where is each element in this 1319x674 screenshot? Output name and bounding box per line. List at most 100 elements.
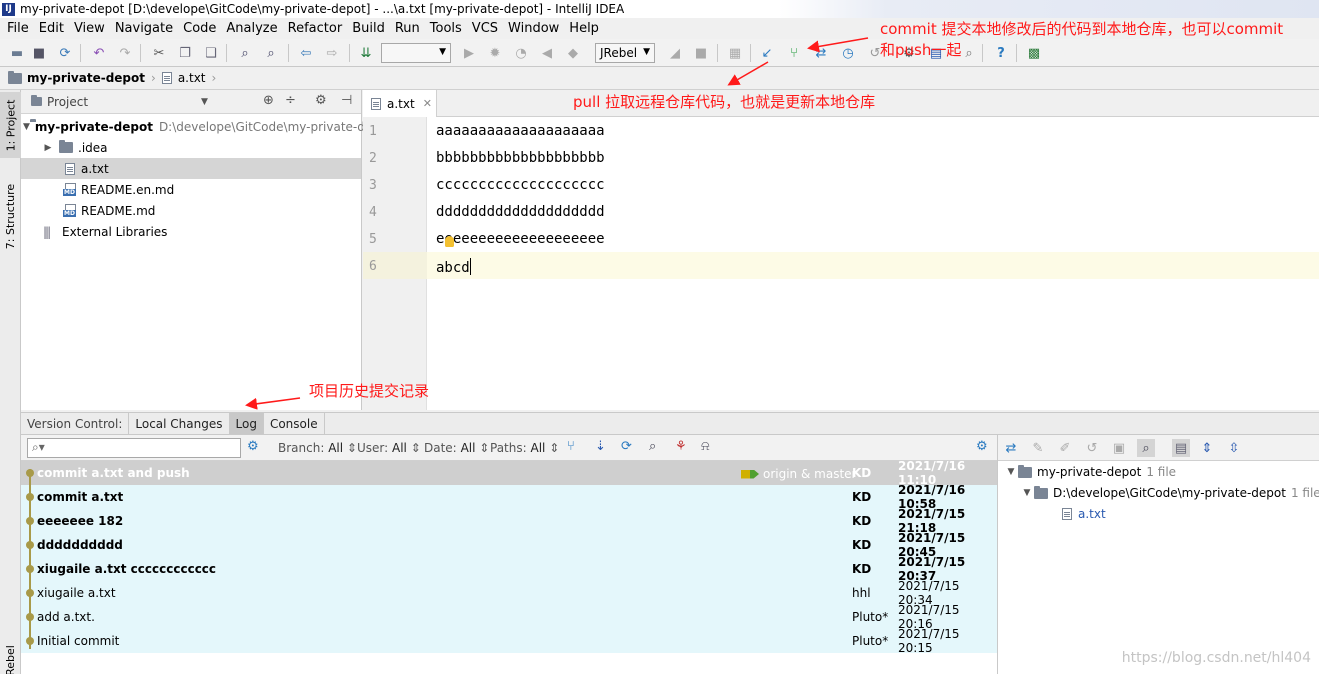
code-line[interactable]: bbbbbbbbbbbbbbbbbbbb (436, 150, 605, 166)
commit-row[interactable]: eeeeeee 182 KD 2021/7/15 21:18 (21, 507, 997, 535)
vcs-compare-icon[interactable]: ⇄ (812, 44, 830, 62)
tree-node-root[interactable]: ▼ my-private-depot D:\develope\GitCode\m… (21, 116, 392, 137)
run-icon[interactable]: ▶ (460, 44, 478, 62)
preview-diff-icon[interactable]: ⌕ (1137, 439, 1155, 457)
date-filter[interactable]: Date: All ⇕ (424, 441, 489, 455)
commit-row[interactable]: Initial commit Pluto* 2021/7/15 20:15 (21, 627, 997, 655)
go-to-icon[interactable]: ⇣ (595, 439, 606, 454)
find-icon[interactable]: ⌕ (236, 44, 254, 62)
collapse-icon[interactable]: ÷ (285, 93, 296, 108)
menu-help[interactable]: Help (564, 21, 604, 36)
open-repo-version-icon[interactable]: ✐ (1056, 439, 1074, 457)
paths-filter[interactable]: Paths: All ⇕ (490, 441, 559, 455)
copy-icon[interactable]: ❐ (176, 44, 194, 62)
attach-icon[interactable]: ◆ (564, 44, 582, 62)
menu-refactor[interactable]: Refactor (283, 21, 348, 36)
intellisort-icon[interactable]: ⍾ (701, 439, 710, 454)
chevron-right-icon[interactable]: ▶ (41, 143, 55, 153)
history-icon[interactable]: ▣ (1110, 439, 1128, 457)
back-icon[interactable]: ⇦ (297, 44, 315, 62)
vcs-update-icon[interactable]: ↙ (758, 44, 776, 62)
menu-edit[interactable]: Edit (34, 21, 69, 36)
cherry-pick-icon[interactable]: ⚘ (675, 439, 687, 454)
chevron-down-icon[interactable]: ▼ (201, 97, 208, 107)
tool-tab-jrebel[interactable]: Rebel (0, 645, 21, 674)
commit-row[interactable]: commit a.txt KD 2021/7/16 10:58 (21, 483, 997, 511)
expand-all-icon[interactable]: ⇕ (1198, 439, 1216, 457)
tree-node-external-libraries[interactable]: ||| External Libraries (21, 221, 361, 242)
search-everywhere-icon[interactable]: ⌕ (960, 44, 978, 62)
run-config-select[interactable]: ▼ (381, 43, 451, 63)
paste-icon[interactable]: ❑ (202, 44, 220, 62)
code-line[interactable]: dddddddddddddddddddd (436, 204, 605, 220)
commit-row[interactable]: xiugaile a.txt cccccccccccc KD 2021/7/15… (21, 555, 997, 583)
menu-navigate[interactable]: Navigate (110, 21, 178, 36)
group-by-directory-icon[interactable]: ▤ (1172, 439, 1190, 457)
menu-view[interactable]: View (69, 21, 110, 36)
locate-icon[interactable]: ⊕ (263, 93, 274, 108)
debug-icon[interactable]: ✹ (486, 44, 504, 62)
gear-icon[interactable]: ⚙ (976, 439, 988, 454)
code-line[interactable]: eeeeeeeeeeeeeeeeeeee (436, 231, 605, 247)
menu-tools[interactable]: Tools (425, 21, 467, 36)
user-filter[interactable]: User: All ⇕ (357, 441, 421, 455)
tree-node-readme-en[interactable]: README.en.md (21, 179, 361, 200)
tool-tab-structure[interactable]: 7: Structure (0, 176, 21, 256)
code-line[interactable]: cccccccccccccccccccc (436, 177, 605, 193)
collapse-all-icon[interactable]: ⇳ (1225, 439, 1243, 457)
menu-code[interactable]: Code (178, 21, 221, 36)
breadcrumb-file[interactable]: a.txt (178, 71, 206, 85)
menu-file[interactable]: File (2, 21, 34, 36)
chevron-down-icon[interactable]: ▼ (1020, 488, 1034, 498)
tool-tab-project[interactable]: 1: Project (0, 92, 21, 158)
search-icon[interactable]: ⌕ (649, 439, 656, 454)
tree-node-readme[interactable]: README.md (21, 200, 361, 221)
commit-row-selected[interactable]: commit a.txt and push origin & master KD… (21, 459, 997, 487)
project-panel-title[interactable]: Project (47, 95, 88, 109)
hide-panel-icon[interactable]: ⊣ (341, 93, 352, 108)
refresh-icon[interactable]: ⟳ (621, 439, 632, 454)
save-icon[interactable]: ■ (30, 44, 48, 62)
tab-log[interactable]: Log (229, 413, 264, 434)
chevron-down-icon[interactable]: ▼ (23, 122, 30, 132)
build-icon[interactable]: ⇊ (357, 44, 375, 62)
tree-node-idea[interactable]: ▶ .idea (21, 137, 361, 158)
stop-icon[interactable]: ■ (692, 44, 710, 62)
redo-icon[interactable]: ↷ (116, 44, 134, 62)
menu-window[interactable]: Window (503, 21, 564, 36)
close-icon[interactable]: ✕ (423, 97, 432, 110)
code-line-current[interactable]: abcd (436, 258, 471, 276)
forward-icon[interactable]: ⇨ (323, 44, 341, 62)
chevron-down-icon[interactable]: ▼ (1004, 467, 1018, 477)
lightbulb-icon[interactable] (445, 236, 454, 247)
log-search-input[interactable]: ⌕▾ (27, 438, 241, 458)
commit-row[interactable]: add a.txt. Pluto* 2021/7/15 20:16 (21, 603, 997, 631)
help-icon[interactable]: ? (992, 44, 1010, 62)
replace-icon[interactable]: ⌕ (262, 44, 280, 62)
coverage-icon[interactable]: ◔ (512, 44, 530, 62)
edit-source-icon[interactable]: ✎ (1029, 439, 1047, 457)
sync-icon[interactable]: ⟳ (56, 44, 74, 62)
gear-icon[interactable]: ⚙ (315, 93, 327, 108)
changes-root-node[interactable]: ▼ my-private-depot 1 file (1004, 464, 1176, 479)
branch-filter[interactable]: Branch: All ⇕ (278, 441, 357, 455)
branch-graph-icon[interactable]: ⑂ (567, 439, 575, 454)
code-line[interactable]: aaaaaaaaaaaaaaaaaaaa (436, 123, 605, 139)
undo-icon[interactable]: ↶ (90, 44, 108, 62)
changed-file-a-txt[interactable]: a.txt (1062, 507, 1106, 521)
jrebel-run-icon[interactable]: ◢ (666, 44, 684, 62)
menu-analyze[interactable]: Analyze (221, 21, 282, 36)
database-icon[interactable]: ▩ (1025, 44, 1043, 62)
menu-build[interactable]: Build (347, 21, 390, 36)
tab-console[interactable]: Console (264, 413, 325, 434)
jrebel-select[interactable]: JRebel ▼ (595, 43, 655, 63)
tab-local-changes[interactable]: Local Changes (129, 413, 230, 434)
vcs-commit-icon[interactable]: ⑂ (785, 44, 803, 62)
cut-icon[interactable]: ✂ (150, 44, 168, 62)
changes-dir-node[interactable]: ▼ D:\develope\GitCode\my-private-depot 1… (1020, 485, 1319, 500)
menu-run[interactable]: Run (390, 21, 425, 36)
breadcrumb-project[interactable]: my-private-depot (27, 71, 145, 85)
editor-tab-a-txt[interactable]: a.txt ✕ (363, 90, 437, 117)
menu-vcs[interactable]: VCS (467, 21, 503, 36)
project-structure-icon[interactable]: ▦ (726, 44, 744, 62)
